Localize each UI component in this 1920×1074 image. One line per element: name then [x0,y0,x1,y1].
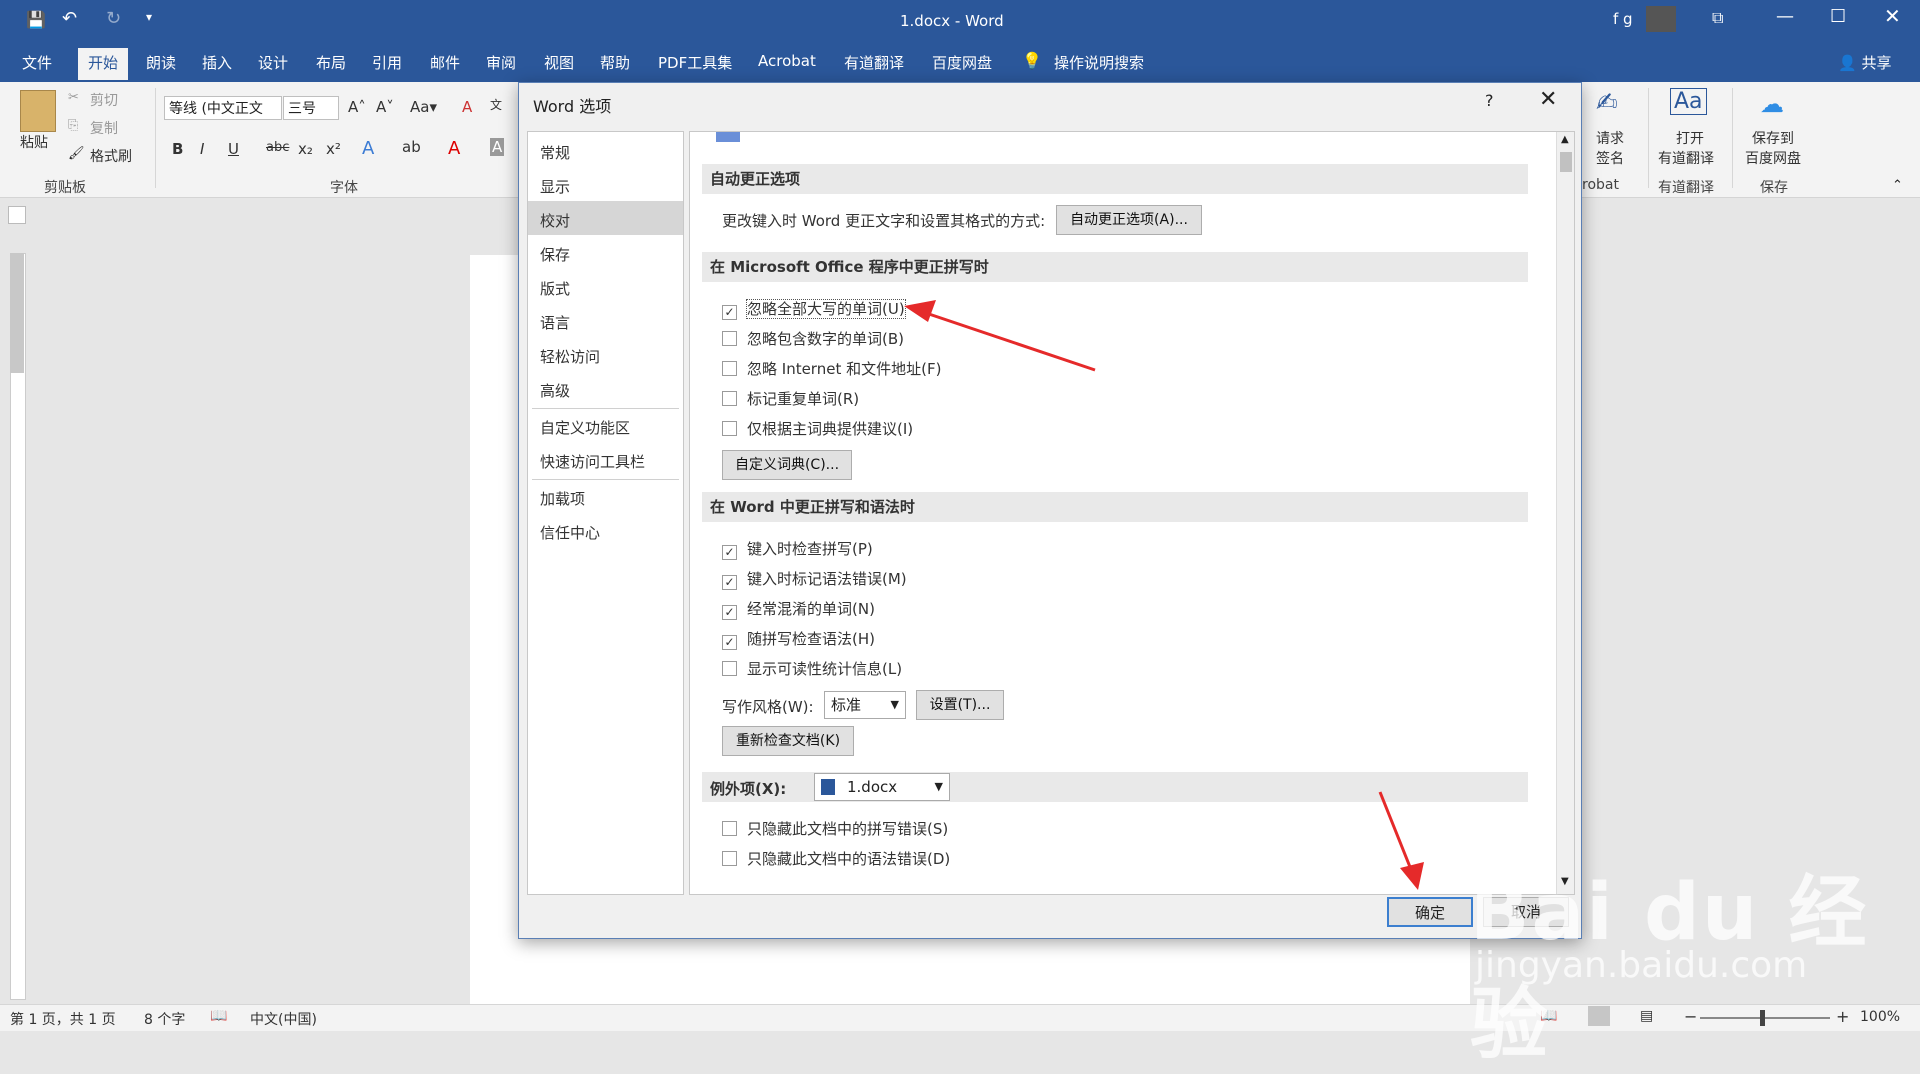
arrow-head-icon [904,300,936,322]
arrow-to-ignore-uppercase [919,309,1096,372]
arrow-head-icon [1400,862,1424,890]
arrow-to-ok [1378,791,1414,873]
baidu-watermark-url: jingyan.baidu.com [1475,945,1808,986]
